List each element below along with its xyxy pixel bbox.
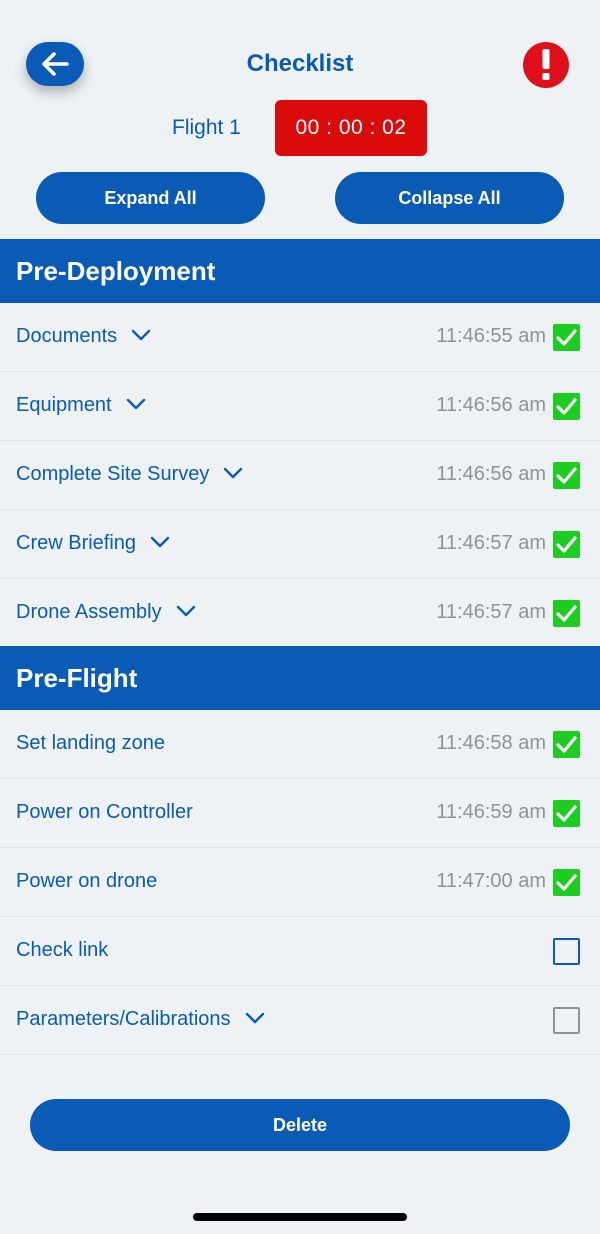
row-label: Equipment [16, 394, 146, 417]
row-timestamp: 11:46:57 am [436, 601, 546, 623]
row-label-text: Complete Site Survey [16, 463, 210, 485]
checklist-row[interactable]: Parameters/Calibrations [0, 986, 600, 1055]
row-label: Documents [16, 325, 151, 348]
checklist-row[interactable]: Complete Site Survey 11:46:56 am [0, 441, 600, 510]
page-title: Checklist [246, 50, 354, 77]
checklist-row[interactable]: Set landing zone 11:46:58 am [0, 710, 600, 779]
row-label: Power on drone [16, 870, 158, 892]
row-label: Check link [16, 939, 109, 961]
alert-button[interactable] [523, 42, 569, 88]
unchecked-checkbox[interactable] [553, 938, 580, 965]
delete-button[interactable]: Delete [30, 1099, 570, 1151]
row-timestamp: 11:46:55 am [436, 325, 546, 347]
disabled-checkbox[interactable] [553, 1007, 580, 1034]
row-timestamp: 11:46:56 am [436, 394, 546, 416]
checked-checkbox[interactable] [553, 324, 580, 351]
checked-checkbox[interactable] [553, 869, 580, 896]
checkmark-icon [556, 467, 577, 484]
checklist-row[interactable]: Equipment 11:46:56 am [0, 372, 600, 441]
row-label: Crew Briefing [16, 532, 170, 555]
chevron-down-icon[interactable] [150, 536, 170, 548]
flight-timer: 00 : 00 : 02 [275, 100, 427, 156]
flight-label: Flight 1 [172, 116, 241, 139]
row-label: Drone Assembly [16, 601, 196, 624]
row-label: Set landing zone [16, 732, 166, 754]
checkmark-icon [556, 605, 577, 622]
expand-all-button[interactable]: Expand All [36, 172, 265, 224]
section-header-pre-flight: Pre-Flight [0, 646, 600, 710]
exclamation-icon [542, 49, 550, 80]
checklist-row[interactable]: Documents 11:46:55 am [0, 303, 600, 372]
chevron-down-icon[interactable] [131, 329, 151, 341]
checklist-row[interactable]: Drone Assembly 11:46:57 am [0, 579, 600, 648]
checked-checkbox[interactable] [553, 531, 580, 558]
row-label-text: Drone Assembly [16, 601, 162, 623]
row-label-text: Documents [16, 325, 118, 347]
checked-checkbox[interactable] [553, 600, 580, 627]
row-timestamp: 11:47:00 am [436, 870, 546, 892]
row-label: Complete Site Survey [16, 463, 243, 486]
row-label-text: Parameters/Calibrations [16, 1008, 231, 1030]
row-label: Power on Controller [16, 801, 193, 823]
checkmark-icon [556, 805, 577, 822]
row-timestamp: 11:46:59 am [436, 801, 546, 823]
checked-checkbox[interactable] [553, 800, 580, 827]
row-timestamp: 11:46:58 am [436, 732, 546, 754]
header-bar: Checklist Flight 1 00 : 00 : 02 Expand A… [0, 0, 600, 240]
checked-checkbox[interactable] [553, 731, 580, 758]
chevron-down-icon[interactable] [176, 605, 196, 617]
checklist-row[interactable]: Power on Controller 11:46:59 am [0, 779, 600, 848]
chevron-down-icon[interactable] [126, 398, 146, 410]
checklist-row[interactable]: Check link [0, 917, 600, 986]
chevron-down-icon[interactable] [223, 467, 243, 479]
chevron-down-icon[interactable] [245, 1012, 265, 1024]
home-indicator [193, 1213, 407, 1221]
row-timestamp: 11:46:57 am [436, 532, 546, 554]
checklist-row[interactable]: Power on drone 11:47:00 am [0, 848, 600, 917]
checked-checkbox[interactable] [553, 393, 580, 420]
checkmark-icon [556, 398, 577, 415]
checked-checkbox[interactable] [553, 462, 580, 489]
row-timestamp: 11:46:56 am [436, 463, 546, 485]
checkmark-icon [556, 874, 577, 891]
checkmark-icon [556, 536, 577, 553]
collapse-all-button[interactable]: Collapse All [335, 172, 564, 224]
checkmark-icon [556, 736, 577, 753]
row-label-text: Equipment [16, 394, 112, 416]
checkmark-icon [556, 329, 577, 346]
checklist-row[interactable]: Crew Briefing 11:46:57 am [0, 510, 600, 579]
row-label-text: Crew Briefing [16, 532, 137, 554]
section-header-pre-deployment: Pre-Deployment [0, 239, 600, 303]
row-label: Parameters/Calibrations [16, 1008, 265, 1031]
